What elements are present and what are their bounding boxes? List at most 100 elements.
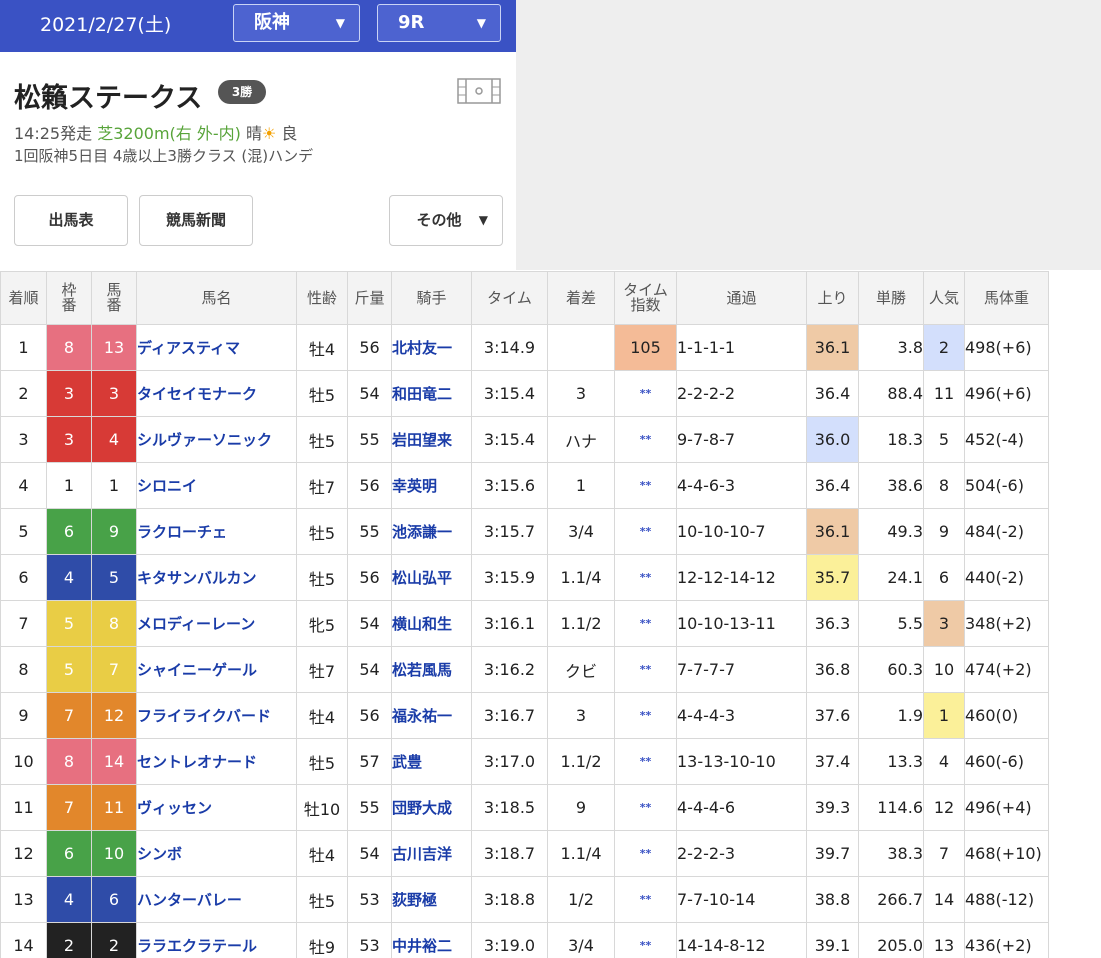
jockey-link[interactable]: 団野大成 [391,784,472,831]
cell-number: 11 [91,784,137,831]
cell-last3f: 37.4 [806,738,859,785]
cell-passing: 4-4-4-3 [676,692,807,739]
cell-passing: 4-4-4-6 [676,784,807,831]
jockey-link[interactable]: 北村友一 [391,324,472,371]
cell-margin: 9 [547,784,615,831]
cell-number: 12 [91,692,137,739]
race-detail: 1回阪神5日目 4歳以上3勝クラス (混)ハンデ [14,147,314,165]
cell-time: 3:15.7 [471,508,548,555]
col-header-horse: 馬名 [136,271,297,325]
cell-odds: 60.3 [858,646,924,693]
cell-time: 3:18.7 [471,830,548,877]
cell-passing: 2-2-2-3 [676,830,807,877]
newspaper-button[interactable]: 競馬新聞 [139,195,253,246]
start-time: 14:25発走 [14,124,93,143]
other-dropdown-button[interactable]: その他 ▼ [389,195,503,246]
cell-sexage: 牡7 [296,462,348,509]
cell-passing: 1-1-1-1 [676,324,807,371]
horse-name-link[interactable]: ラクローチェ [136,508,297,555]
jockey-link[interactable]: 武豊 [391,738,472,785]
cell-weight: 56 [347,324,392,371]
cell-time-index: ** [614,692,677,739]
horse-name-link[interactable]: フライライクバード [136,692,297,739]
entries-button[interactable]: 出馬表 [14,195,128,246]
cell-odds: 13.3 [858,738,924,785]
chevron-down-icon: ▼ [335,16,345,30]
race-date: 2021/2/27(土) [40,14,172,36]
cell-position: 12 [0,830,47,877]
cell-body-weight: 496(+4) [964,784,1049,831]
col-header-popularity: 人気 [923,271,965,325]
jockey-link[interactable]: 松若風馬 [391,646,472,693]
jockey-link[interactable]: 中井裕二 [391,922,472,958]
cell-position: 11 [0,784,47,831]
cell-time-index: ** [614,508,677,555]
cell-time-index: ** [614,416,677,463]
venue-select[interactable]: 阪神 ▼ [233,4,360,42]
cell-passing: 14-14-8-12 [676,922,807,958]
cell-margin: 1.1/4 [547,830,615,877]
horse-name-link[interactable]: メロディーレーン [136,600,297,647]
cell-weight: 54 [347,646,392,693]
horse-name-link[interactable]: シルヴァーソニック [136,416,297,463]
film-icon[interactable] [457,78,501,104]
cell-margin: 3 [547,370,615,417]
jockey-link[interactable]: 福永祐一 [391,692,472,739]
horse-name-link[interactable]: シャイニーゲール [136,646,297,693]
cell-weight: 54 [347,600,392,647]
cell-sexage: 牡5 [296,554,348,601]
cell-position: 5 [0,508,47,555]
horse-name-link[interactable]: シンボ [136,830,297,877]
cell-number: 3 [91,370,137,417]
cell-odds: 38.3 [858,830,924,877]
cell-time: 3:15.4 [471,370,548,417]
horse-name-link[interactable]: キタサンバルカン [136,554,297,601]
cell-passing: 4-4-6-3 [676,462,807,509]
cell-body-weight: 348(+2) [964,600,1049,647]
results-table: 着順 枠番 馬番 馬名 性齢 斤量 騎手 タイム 着差 タイム 指数 通過 上り … [0,271,1049,958]
other-button-label: その他 [416,211,462,229]
cell-margin: 1/2 [547,876,615,923]
cell-popularity: 14 [923,876,965,923]
cell-weight: 56 [347,692,392,739]
cell-time-index: ** [614,784,677,831]
cell-last3f: 39.7 [806,830,859,877]
cell-passing: 7-7-10-14 [676,876,807,923]
jockey-link[interactable]: 幸英明 [391,462,472,509]
cell-sexage: 牡7 [296,646,348,693]
table-row: 1 8 13 ディアスティマ 牡4 56 北村友一 3:14.9 105 1-1-1-1 36.1 3… [0,324,1049,371]
jockey-link[interactable]: 岩田望来 [391,416,472,463]
cell-popularity: 8 [923,462,965,509]
cell-time: 3:18.5 [471,784,548,831]
jockey-link[interactable]: 和田竜二 [391,370,472,417]
horse-name-link[interactable]: ララエクラテール [136,922,297,958]
cell-passing: 13-13-10-10 [676,738,807,785]
cell-popularity: 6 [923,554,965,601]
cell-time: 3:17.0 [471,738,548,785]
jockey-link[interactable]: 横山和生 [391,600,472,647]
cell-number: 10 [91,830,137,877]
jockey-link[interactable]: 池添謙一 [391,508,472,555]
jockey-link[interactable]: 荻野極 [391,876,472,923]
cell-weight: 54 [347,370,392,417]
cell-last3f: 36.1 [806,508,859,555]
race-number-select[interactable]: 9R ▼ [377,4,501,42]
horse-name-link[interactable]: セントレオナード [136,738,297,785]
cell-body-weight: 468(+10) [964,830,1049,877]
table-row: 9 7 12 フライライクバード 牡4 56 福永祐一 3:16.7 3 ** 4-4-4-3 37.… [0,692,1049,739]
course-info: 芝3200m(右 外-内) [97,124,241,143]
horse-name-link[interactable]: ヴィッセン [136,784,297,831]
cell-margin: 1 [547,462,615,509]
cell-time-index: ** [614,876,677,923]
horse-name-link[interactable]: ハンターバレー [136,876,297,923]
horse-name-link[interactable]: タイセイモナーク [136,370,297,417]
jockey-link[interactable]: 松山弘平 [391,554,472,601]
jockey-link[interactable]: 古川吉洋 [391,830,472,877]
col-header-time-index: タイム 指数 [614,271,677,325]
cell-margin: 3/4 [547,922,615,958]
track-condition: 良 [281,124,298,143]
right-gray-area [516,0,1101,270]
horse-name-link[interactable]: シロニイ [136,462,297,509]
cell-passing: 10-10-10-7 [676,508,807,555]
horse-name-link[interactable]: ディアスティマ [136,324,297,371]
